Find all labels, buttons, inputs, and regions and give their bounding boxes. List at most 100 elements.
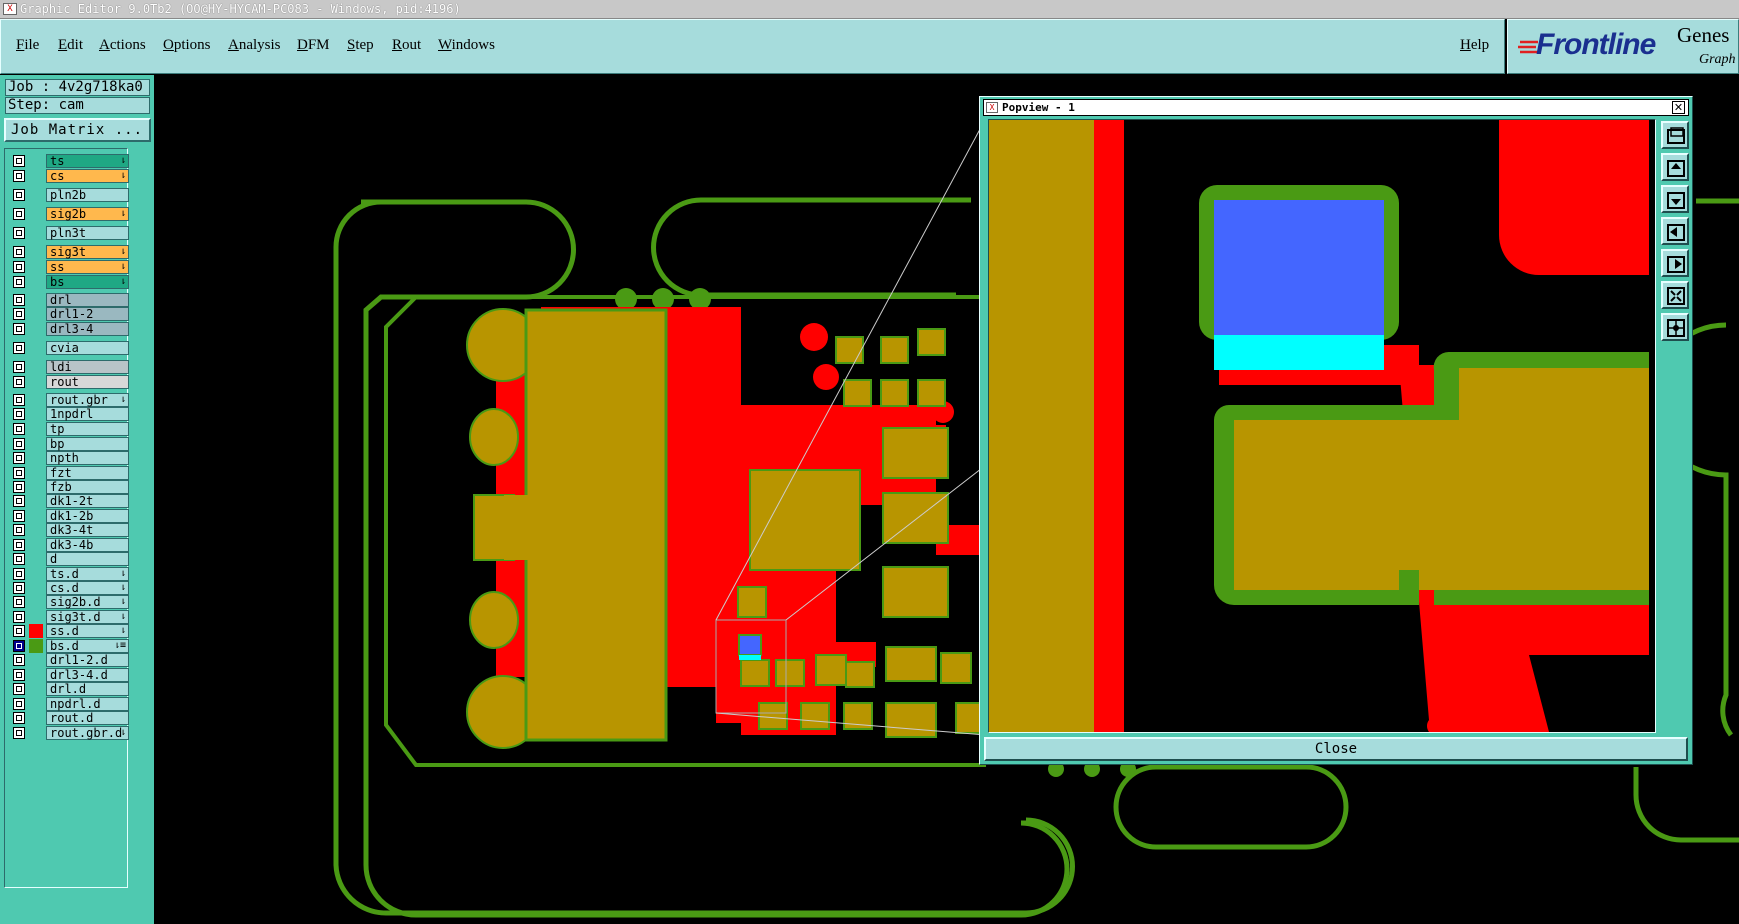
layer-checkbox[interactable] (13, 246, 25, 258)
layer-checkbox[interactable] (13, 189, 25, 201)
layer-row[interactable]: sig2b ⇂ (9, 207, 129, 221)
layer-row[interactable]: bs.d ⇂≡ (9, 639, 129, 653)
layer-row[interactable]: sig3t ⇂ (9, 245, 129, 259)
layer-name[interactable]: drl (46, 293, 129, 307)
layer-checkbox[interactable] (13, 625, 25, 637)
layer-checkbox[interactable] (13, 654, 25, 666)
layer-row[interactable]: dk3-4t (9, 523, 129, 537)
layer-checkbox[interactable] (13, 170, 25, 182)
layer-checkbox[interactable] (13, 276, 25, 288)
layer-row[interactable]: 1npdrl (9, 407, 129, 421)
layer-row[interactable]: bs ⇂ (9, 275, 129, 289)
layer-row[interactable]: drl1-2.d (9, 653, 129, 667)
layer-checkbox[interactable] (13, 361, 25, 373)
job-matrix-button[interactable]: Job Matrix ... (4, 118, 151, 142)
layer-name[interactable]: drl.d (46, 682, 129, 696)
layer-row[interactable]: ldi (9, 360, 129, 374)
layer-name[interactable]: rout.gbr ⇂ (46, 393, 129, 407)
pan-right-icon[interactable] (1661, 249, 1689, 277)
layer-name[interactable]: bs.d ⇂≡ (46, 639, 129, 653)
layer-checkbox[interactable] (13, 683, 25, 695)
layer-row[interactable]: rout.gbr.d ⇂ (9, 726, 129, 740)
layer-checkbox[interactable] (13, 596, 25, 608)
layer-name[interactable]: pln3t (46, 226, 129, 240)
layer-name[interactable]: ss.d ⇂ (46, 624, 129, 638)
layer-checkbox[interactable] (13, 524, 25, 536)
layer-checkbox[interactable] (13, 495, 25, 507)
menu-file[interactable]: File (16, 37, 39, 54)
layer-row[interactable]: pln3t (9, 226, 129, 240)
layer-row[interactable]: dk1-2t (9, 494, 129, 508)
layer-name[interactable]: sig3t ⇂ (46, 245, 129, 259)
layer-name[interactable]: bs ⇂ (46, 275, 129, 289)
layer-name[interactable]: ts ⇂ (46, 154, 129, 168)
layer-row[interactable]: sig3t.d ⇂ (9, 610, 129, 624)
layer-row[interactable]: d (9, 552, 129, 566)
menu-analysis[interactable]: Analysis (228, 37, 281, 54)
layer-name[interactable]: rout.gbr.d ⇂ (46, 726, 129, 740)
layer-row[interactable]: dk3-4b (9, 538, 129, 552)
layer-row[interactable]: cs ⇂ (9, 169, 129, 183)
popview-drawing[interactable] (989, 120, 1655, 732)
menu-rout[interactable]: Rout (392, 37, 421, 54)
layer-checkbox[interactable] (13, 712, 25, 724)
layer-checkbox[interactable] (13, 582, 25, 594)
layer-name[interactable]: ldi (46, 360, 129, 374)
layer-checkbox[interactable] (13, 452, 25, 464)
layer-row[interactable]: sig2b.d ⇂ (9, 595, 129, 609)
layer-name[interactable]: sig2b.d ⇂ (46, 595, 129, 609)
layer-name[interactable]: drl1-2 (46, 307, 129, 321)
layer-row[interactable]: rout.gbr ⇂ (9, 393, 129, 407)
layer-checkbox[interactable] (13, 698, 25, 710)
layer-name[interactable]: drl1-2.d (46, 653, 129, 667)
layer-row[interactable]: drl.d (9, 682, 129, 696)
layer-checkbox[interactable] (13, 394, 25, 406)
layer-row[interactable]: ss.d ⇂ (9, 624, 129, 638)
layer-checkbox[interactable] (13, 208, 25, 220)
layer-checkbox[interactable] (13, 294, 25, 306)
layer-checkbox[interactable] (13, 261, 25, 273)
layer-checkbox[interactable] (13, 323, 25, 335)
zoom-out-icon[interactable] (1661, 313, 1689, 341)
menu-dfm[interactable]: DFM (297, 37, 330, 54)
menu-step[interactable]: Step (347, 37, 374, 54)
layer-row[interactable]: npdrl.d (9, 697, 129, 711)
popview-canvas[interactable] (988, 119, 1656, 733)
layer-name[interactable]: drl3-4.d (46, 668, 129, 682)
layer-row[interactable]: fzt (9, 466, 129, 480)
layer-name[interactable]: 1npdrl (46, 407, 129, 421)
layer-row[interactable]: drl3-4 (9, 322, 129, 336)
layer-checkbox[interactable] (13, 640, 25, 652)
popview-close-button[interactable]: Close (984, 737, 1688, 761)
layer-row[interactable]: rout.d (9, 711, 129, 725)
layer-name[interactable]: bp (46, 437, 129, 451)
layer-row[interactable]: npth (9, 451, 129, 465)
menu-actions[interactable]: Actions (99, 37, 146, 54)
layer-row[interactable]: cs.d ⇂ (9, 581, 129, 595)
layer-name[interactable]: dk3-4b (46, 538, 129, 552)
layer-checkbox[interactable] (13, 510, 25, 522)
layer-checkbox[interactable] (13, 342, 25, 354)
layer-name[interactable]: ts.d ⇂ (46, 567, 129, 581)
menu-windows[interactable]: Windows (438, 37, 495, 54)
layer-checkbox[interactable] (13, 467, 25, 479)
layer-checkbox[interactable] (13, 611, 25, 623)
layer-checkbox[interactable] (13, 227, 25, 239)
layer-checkbox[interactable] (13, 568, 25, 580)
layer-name[interactable]: dk1-2b (46, 509, 129, 523)
layer-row[interactable]: ts.d ⇂ (9, 567, 129, 581)
layer-name[interactable]: cs ⇂ (46, 169, 129, 183)
layer-row[interactable]: drl3-4.d (9, 668, 129, 682)
zoom-down-icon[interactable] (1661, 185, 1689, 213)
layer-checkbox[interactable] (13, 308, 25, 320)
layer-checkbox[interactable] (13, 423, 25, 435)
layer-name[interactable]: rout.d (46, 711, 129, 725)
layer-name[interactable]: rout (46, 375, 129, 389)
layer-row[interactable]: pln2b (9, 188, 129, 202)
zoom-in-icon[interactable] (1661, 281, 1689, 309)
layer-name[interactable]: sig3t.d ⇂ (46, 610, 129, 624)
layer-row[interactable]: ts ⇂ (9, 154, 129, 168)
zoom-up-icon[interactable] (1661, 153, 1689, 181)
layer-row[interactable]: ss ⇂ (9, 260, 129, 274)
layer-name[interactable]: ss ⇂ (46, 260, 129, 274)
